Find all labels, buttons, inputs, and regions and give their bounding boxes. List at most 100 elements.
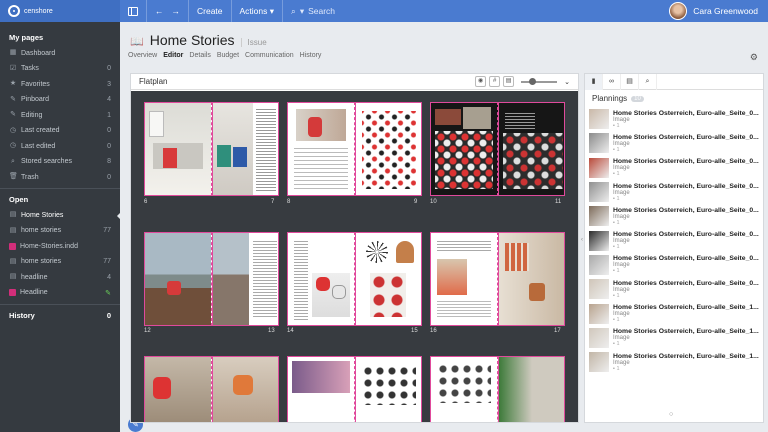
- caret-down-icon: ▾: [269, 5, 275, 16]
- file-icon: ▪: [613, 292, 615, 299]
- flatplan-canvas[interactable]: 6 7 8 9 10 11 12 13 14 15 16 17: [131, 91, 578, 422]
- back-button[interactable]: ←: [147, 0, 172, 22]
- page-14[interactable]: [287, 232, 355, 326]
- tab-history[interactable]: History: [300, 52, 322, 59]
- pencil-icon[interactable]: ✎: [105, 289, 111, 297]
- eye-icon[interactable]: ◉: [475, 76, 487, 87]
- planning-item[interactable]: Home Stories Österreich, Euro-alle_Seite…: [589, 301, 761, 325]
- open-list: ▤Home Stories▤home stories77■Home-Storie…: [0, 208, 121, 301]
- search-icon: ⌕: [291, 5, 296, 16]
- create-button[interactable]: Create: [189, 0, 231, 22]
- page-7[interactable]: [211, 102, 279, 196]
- planning-thumbnail: [589, 133, 609, 154]
- sidebar-item-last-created[interactable]: ◷ Last created 0: [0, 123, 120, 139]
- clock-icon: ◷: [9, 126, 17, 134]
- search-input[interactable]: ⌕ ▾ Search: [283, 6, 335, 17]
- user-menu[interactable]: Cara Greenwood: [669, 2, 768, 20]
- page-8[interactable]: [287, 102, 355, 196]
- page-15[interactable]: [354, 232, 422, 326]
- spread-16-17[interactable]: [430, 232, 565, 326]
- tab-communication[interactable]: Communication: [245, 52, 294, 59]
- sidebar-toggle-button[interactable]: [120, 0, 146, 22]
- tab-details[interactable]: Details: [189, 52, 210, 59]
- history-header[interactable]: History 0: [0, 308, 120, 324]
- planning-item[interactable]: Home Stories Österreich, Euro-alle_Seite…: [589, 228, 761, 252]
- planning-item[interactable]: Home Stories Österreich, Euro-alle_Seite…: [589, 350, 761, 374]
- tab-overview[interactable]: Overview: [128, 52, 157, 59]
- planning-thumbnail: [589, 230, 609, 251]
- clipboard-icon[interactable]: ▮: [585, 74, 603, 90]
- gear-icon[interactable]: ⚙: [750, 52, 758, 63]
- open-item-1[interactable]: ▤ home stories 77: [0, 223, 120, 239]
- sidebar-item-stored-searches[interactable]: ⌕ Stored searches 8: [0, 154, 120, 170]
- book-icon: ▤: [9, 257, 17, 265]
- spread-6-7[interactable]: [144, 102, 279, 196]
- edit-icon: ✎: [10, 111, 16, 119]
- pin-icon: ✎: [10, 95, 16, 103]
- planning-item[interactable]: Home Stories Österreich, Euro-alle_Seite…: [589, 253, 761, 277]
- planning-item[interactable]: Home Stories Österreich, Euro-alle_Seite…: [589, 131, 761, 155]
- page-icon[interactable]: ▤: [503, 76, 515, 87]
- plannings-panel: ▮ ∞ ▤ ⌕ Plannings 10 Home Stories Österre…: [584, 73, 764, 423]
- spread-8-9[interactable]: [287, 102, 422, 196]
- page-9[interactable]: [354, 102, 422, 196]
- book-icon: 📖: [130, 36, 144, 48]
- planning-item[interactable]: Home Stories Österreich, Euro-alle_Seite…: [589, 107, 761, 131]
- sidebar-item-tasks[interactable]: ☑ Tasks 0: [0, 61, 120, 77]
- planning-item[interactable]: Home Stories Österreich, Euro-alle_Seite…: [589, 204, 761, 228]
- sidebar-item-last-edited[interactable]: ◷ Last edited 0: [0, 139, 120, 155]
- spread-22-23[interactable]: [430, 356, 565, 422]
- file-icon: ▪: [613, 195, 615, 202]
- zoom-slider[interactable]: [521, 77, 558, 85]
- open-item-5[interactable]: ■Headline✎: [0, 285, 120, 301]
- planning-item[interactable]: Home Stories Österreich, Euro-alle_Seite…: [589, 277, 761, 301]
- spread-14-15[interactable]: [287, 232, 422, 326]
- arrow-right-icon: →: [171, 6, 181, 16]
- planning-item[interactable]: Home Stories Österreich, Euro-alle_Seite…: [589, 180, 761, 204]
- spread-10-11[interactable]: [430, 102, 565, 196]
- grid-icon[interactable]: #: [489, 76, 501, 87]
- planning-item[interactable]: Home Stories Österreich, Euro-alle_Seite…: [589, 326, 761, 350]
- page-13[interactable]: [211, 232, 279, 326]
- sidebar-item-dashboard[interactable]: ▦ Dashboard: [0, 46, 120, 62]
- planning-item[interactable]: Home Stories Österreich, Euro-alle_Seite…: [589, 156, 761, 180]
- zoom-slider-handle[interactable]: [529, 77, 537, 85]
- chevron-down-icon[interactable]: ⌄: [564, 78, 570, 86]
- forward-button[interactable]: →: [172, 0, 189, 22]
- file-icon: ▪: [613, 244, 615, 251]
- search-caret-icon: ▾: [299, 5, 305, 16]
- planning-thumbnail: [589, 303, 609, 324]
- file-icon: ▪: [613, 317, 615, 324]
- page-16[interactable]: [430, 232, 498, 326]
- actions-menu-button[interactable]: Actions ▾: [232, 0, 283, 22]
- app-logo[interactable]: censhore: [0, 0, 120, 22]
- panel-resize-handle[interactable]: ‹: [581, 237, 583, 243]
- tab-budget[interactable]: Budget: [217, 52, 239, 59]
- page-17[interactable]: [497, 232, 565, 326]
- page-11[interactable]: [497, 102, 565, 196]
- open-item-2[interactable]: ■Home-Stories.indd: [0, 239, 120, 255]
- open-item-3[interactable]: ▤ home stories 77: [0, 254, 120, 270]
- more-indicator-icon[interactable]: ○: [669, 411, 673, 418]
- sidebar-item-editing[interactable]: ✎ Editing 1: [0, 108, 120, 124]
- page-12[interactable]: [144, 232, 212, 326]
- tab-editor[interactable]: Editor: [163, 52, 183, 59]
- open-item-4[interactable]: ▤ headline 4: [0, 270, 120, 286]
- sidebar-item-trash[interactable]: 🗑 Trash 0: [0, 170, 120, 186]
- book-icon[interactable]: ▤: [621, 74, 639, 90]
- page-10[interactable]: [430, 102, 498, 196]
- plannings-list: Home Stories Österreich, Euro-alle_Seite…: [589, 107, 761, 374]
- link-icon[interactable]: ∞: [603, 74, 621, 90]
- open-item-0[interactable]: ▤ Home Stories: [0, 208, 121, 224]
- sidebar-item-favorites[interactable]: ★ Favorites 3: [0, 77, 120, 93]
- spread-12-13[interactable]: [144, 232, 279, 326]
- page-6[interactable]: [144, 102, 212, 196]
- spread-20-21[interactable]: [287, 356, 422, 422]
- open-header[interactable]: Open: [0, 192, 120, 208]
- my-pages-header[interactable]: My pages: [0, 30, 120, 46]
- spread-18-19[interactable]: [144, 356, 279, 422]
- flatplan-title: Flatplan: [139, 77, 168, 86]
- sidebar-item-pinboard[interactable]: ✎ Pinboard 4: [0, 92, 120, 108]
- search-icon[interactable]: ⌕: [639, 74, 657, 90]
- indesign-icon: ■: [9, 242, 16, 250]
